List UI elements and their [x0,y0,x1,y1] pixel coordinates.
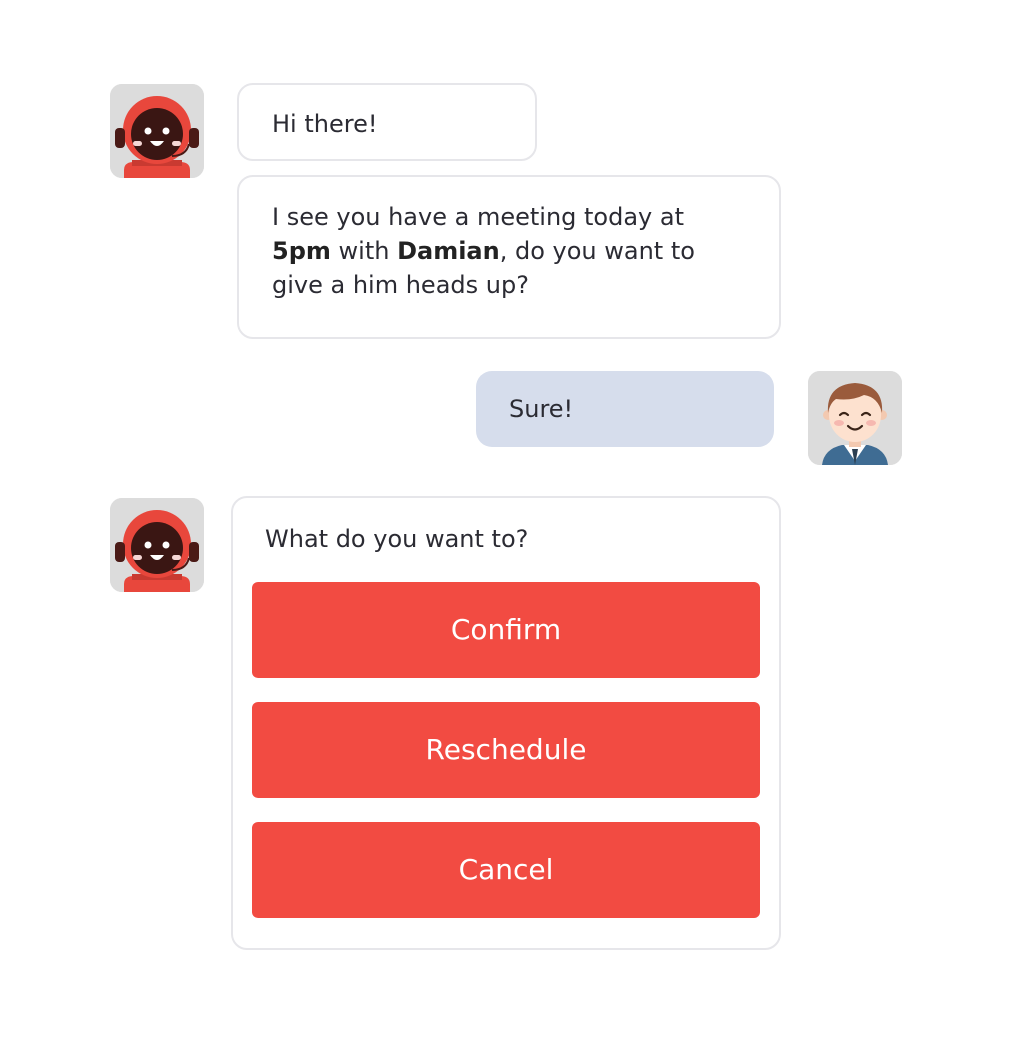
confirm-button[interactable]: Confirm [252,582,760,678]
meeting-text-middle: with [330,237,398,265]
user-avatar-icon [808,371,902,465]
question-text: What do you want to? [265,525,529,553]
reschedule-button[interactable]: Reschedule [252,702,760,798]
user-reply-text: Sure! [509,395,574,423]
greeting-text: Hi there! [272,110,378,138]
cancel-button[interactable]: Cancel [252,822,760,918]
meeting-time: 5pm [272,237,331,265]
bot-avatar-icon [110,84,204,178]
bot-avatar [110,84,204,178]
meeting-person: Damian [397,237,500,265]
bot-message-greeting: Hi there! [237,83,537,161]
bot-avatar-icon [110,498,204,592]
user-avatar [808,371,902,465]
bot-message-meeting: I see you have a meeting today at 5pm wi… [237,175,781,339]
bot-avatar [110,498,204,592]
meeting-text-prefix: I see you have a meeting today at [272,203,684,231]
user-message: Sure! [476,371,774,447]
